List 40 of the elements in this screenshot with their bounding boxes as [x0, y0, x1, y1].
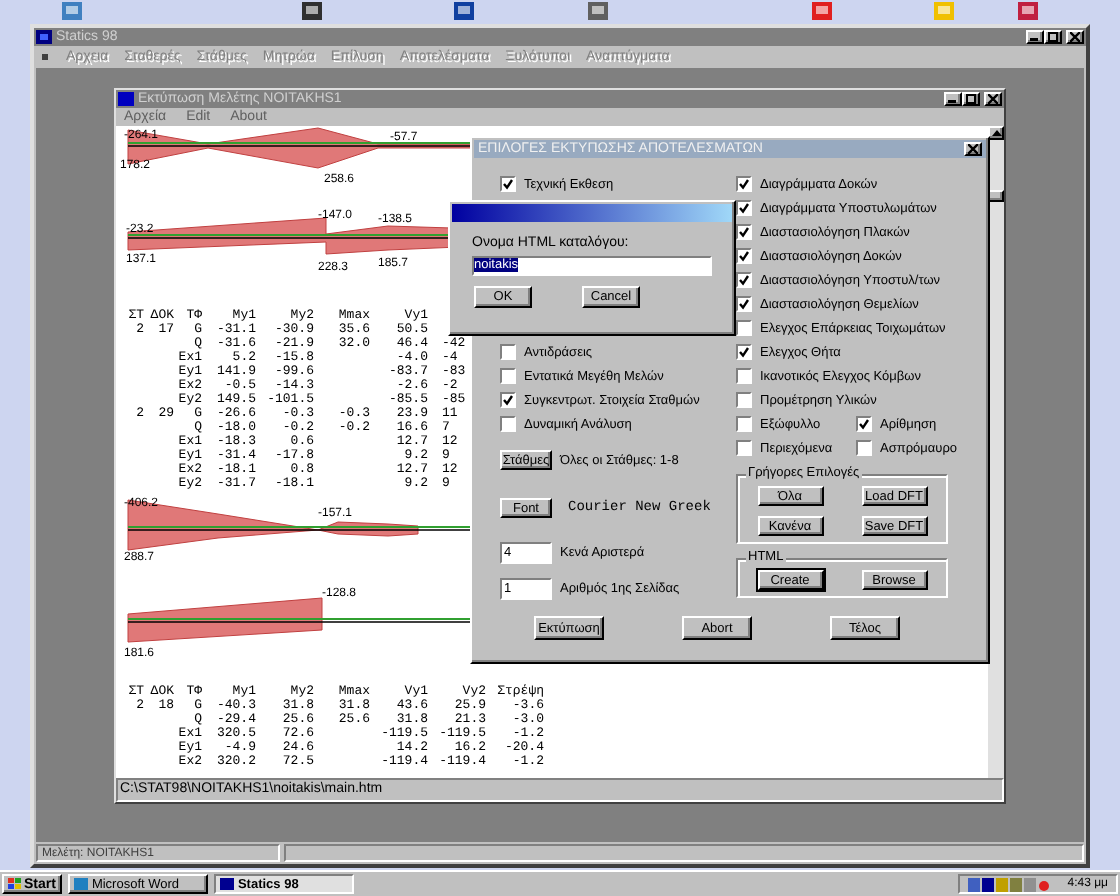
checkbox[interactable]	[500, 416, 516, 432]
app-icon	[219, 878, 234, 890]
minimize-icon	[948, 94, 958, 104]
shortcut-icon[interactable]	[300, 0, 324, 20]
checkbox[interactable]	[736, 320, 752, 336]
checkbox[interactable]	[736, 248, 752, 264]
checkbox[interactable]	[856, 416, 872, 432]
close-icon	[968, 144, 978, 154]
checkbox[interactable]	[736, 176, 752, 192]
tray-icons-drawing	[967, 877, 1052, 891]
shortcut-icon[interactable]	[586, 0, 610, 20]
app-icon	[73, 878, 88, 890]
scroll-up-icon[interactable]	[991, 129, 1001, 137]
checkbox[interactable]	[500, 392, 516, 408]
app-icon	[36, 30, 52, 44]
checkbox[interactable]	[736, 392, 752, 408]
windows-logo-icon	[8, 878, 22, 890]
close-icon	[988, 94, 998, 104]
shortcut-icon[interactable]	[452, 0, 476, 20]
checkbox[interactable]	[500, 344, 516, 360]
checkbox[interactable]	[856, 440, 872, 456]
checkbox[interactable]	[736, 344, 752, 360]
shortcut-icon[interactable]	[1016, 0, 1040, 20]
maximize-icon	[1048, 32, 1058, 42]
checkbox[interactable]	[736, 200, 752, 216]
minimize-icon	[1030, 32, 1040, 42]
checkbox[interactable]	[736, 272, 752, 288]
close-button[interactable]	[964, 142, 982, 156]
checkbox[interactable]	[736, 296, 752, 312]
close-icon	[1070, 32, 1080, 42]
checkbox[interactable]	[500, 176, 516, 192]
system-menu-icon[interactable]	[42, 53, 50, 61]
checkbox[interactable]	[736, 416, 752, 432]
checkbox[interactable]	[736, 368, 752, 384]
checkbox[interactable]	[736, 440, 752, 456]
checkbox[interactable]	[736, 224, 752, 240]
document-icon	[118, 92, 134, 106]
scrollbar[interactable]	[988, 126, 1004, 778]
maximize-icon	[966, 94, 976, 104]
checkbox[interactable]	[500, 368, 516, 384]
